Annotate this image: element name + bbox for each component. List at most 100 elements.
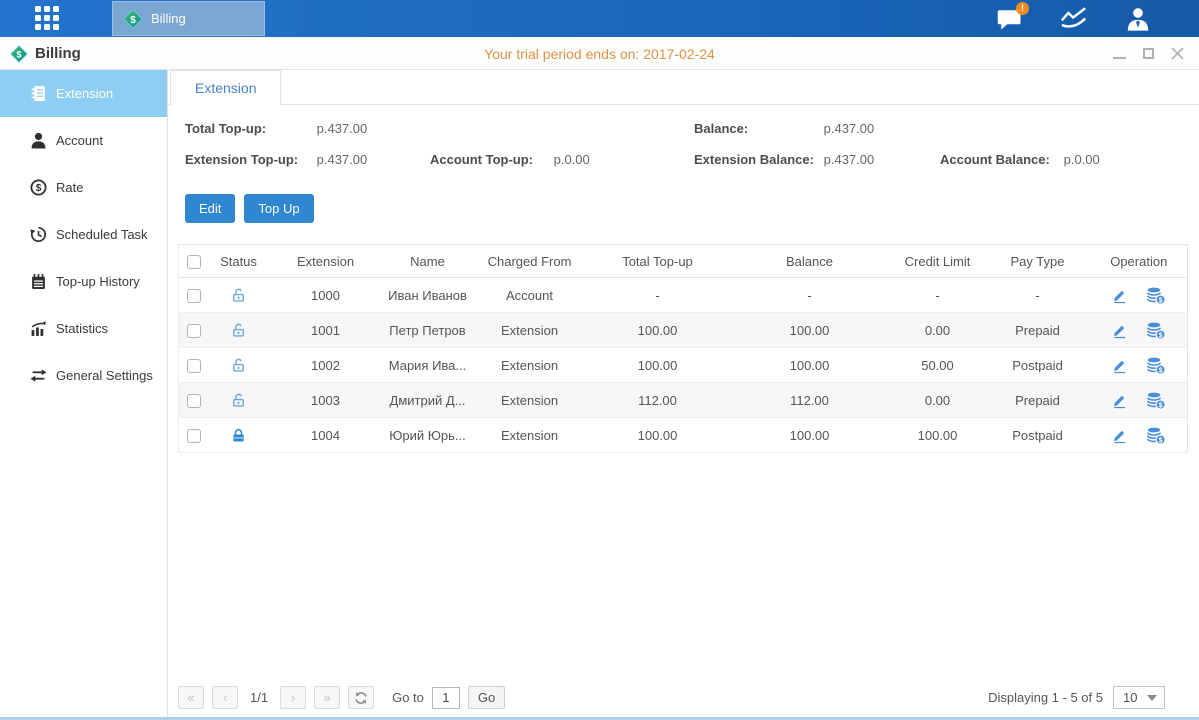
edit-extension-icon[interactable] — [1111, 287, 1128, 304]
total-topup-cell: 112.00 — [587, 383, 729, 418]
table-row[interactable]: 1003 Дмитрий Д... Extension 112.00 112.0… — [179, 383, 1188, 418]
notification-badge: ! — [1016, 2, 1029, 15]
account-balance-value: p.0.00 — [1064, 152, 1100, 167]
table-row[interactable]: 1004 Юрий Юрь... Extension 100.00 100.00… — [179, 418, 1188, 453]
col-credit-limit: Credit Limit — [891, 245, 985, 278]
sidebar-item-label: Rate — [56, 180, 83, 195]
minimize-button[interactable] — [1111, 46, 1127, 62]
select-all-checkbox[interactable] — [187, 255, 201, 269]
refresh-icon — [354, 691, 368, 705]
go-button[interactable]: Go — [468, 686, 505, 709]
notifications-button[interactable]: ! — [995, 5, 1025, 33]
tab-strip: Extension — [168, 70, 1199, 105]
taskbar-tab-label: Billing — [151, 11, 186, 26]
pay-type-cell: Postpaid — [985, 348, 1091, 383]
refresh-button[interactable] — [348, 686, 374, 709]
row-checkbox[interactable] — [187, 429, 201, 443]
svg-text:$: $ — [1159, 437, 1163, 444]
top-up-button[interactable]: Top Up — [244, 194, 313, 223]
topup-extension-icon[interactable]: $ — [1146, 391, 1166, 410]
table-row[interactable]: 1000 Иван Иванов Account - - - - $ — [179, 278, 1188, 313]
page-size-select[interactable]: 10 — [1113, 686, 1165, 709]
sidebar-item-extension[interactable]: Extension — [0, 70, 167, 117]
svg-text:$: $ — [1159, 402, 1163, 409]
edit-extension-icon[interactable] — [1111, 392, 1128, 409]
col-extension: Extension — [269, 245, 383, 278]
prev-page-button[interactable]: ‹ — [212, 686, 238, 709]
row-checkbox[interactable] — [187, 324, 201, 338]
tab-extension[interactable]: Extension — [170, 70, 281, 105]
sidebar: Extension Account $ Rate Scheduled Task — [0, 70, 168, 717]
sidebar-item-general-settings[interactable]: General Settings — [0, 352, 167, 399]
name-cell: Мария Ива... — [383, 348, 473, 383]
window-title: Billing — [35, 45, 81, 62]
topup-extension-icon[interactable]: $ — [1146, 321, 1166, 340]
name-cell: Петр Петров — [383, 313, 473, 348]
extension-table: Status Extension Name Charged From Total… — [178, 244, 1188, 453]
extension-cell: 1000 — [269, 278, 383, 313]
app-grid-icon[interactable] — [35, 6, 59, 30]
sidebar-item-label: Top-up History — [56, 274, 140, 289]
extension-cell: 1003 — [269, 383, 383, 418]
balance-cell: - — [729, 278, 891, 313]
status-unlocked-icon — [230, 287, 247, 304]
goto-page-input[interactable] — [432, 687, 460, 709]
bar-chart-icon — [30, 320, 47, 337]
first-page-button[interactable]: « — [178, 686, 204, 709]
topup-extension-icon[interactable]: $ — [1146, 426, 1166, 445]
sidebar-item-account[interactable]: Account — [0, 117, 167, 164]
charged-from-cell: Extension — [473, 383, 587, 418]
pagination-bar: « ‹ 1/1 › » Go to Go Displayi — [178, 686, 1187, 714]
table-row[interactable]: 1002 Мария Ива... Extension 100.00 100.0… — [179, 348, 1188, 383]
total-topup-value: p.437.00 — [317, 121, 368, 136]
notebook-icon — [30, 273, 47, 290]
sidebar-item-rate[interactable]: $ Rate — [0, 164, 167, 211]
taskbar: $ Billing ! — [0, 0, 1199, 37]
col-total-topup: Total Top-up — [587, 245, 729, 278]
svg-text:$: $ — [1159, 332, 1163, 339]
sidebar-item-statistics[interactable]: Statistics — [0, 305, 167, 352]
close-button[interactable] — [1169, 46, 1185, 62]
edit-extension-icon[interactable] — [1111, 357, 1128, 374]
svg-text:$: $ — [1159, 297, 1163, 304]
extension-topup-label: Extension Top-up: — [185, 152, 313, 167]
transfer-arrows-icon — [30, 367, 47, 384]
last-page-button[interactable]: » — [314, 686, 340, 709]
line-chart-icon — [1059, 6, 1089, 31]
charged-from-cell: Extension — [473, 313, 587, 348]
table-row[interactable]: 1001 Петр Петров Extension 100.00 100.00… — [179, 313, 1188, 348]
total-topup-cell: 100.00 — [587, 313, 729, 348]
charged-from-cell: Account — [473, 278, 587, 313]
extension-topup-value: p.437.00 — [317, 152, 368, 167]
ledger-icon — [30, 85, 47, 102]
col-balance: Balance — [729, 245, 891, 278]
balance-cell: 100.00 — [729, 418, 891, 453]
next-page-button[interactable]: › — [280, 686, 306, 709]
extension-cell: 1004 — [269, 418, 383, 453]
reports-button[interactable] — [1059, 5, 1089, 33]
trial-notice: Your trial period ends on: 2017-02-24 — [0, 37, 1199, 70]
sidebar-item-label: Statistics — [56, 321, 108, 336]
pay-type-cell: - — [985, 278, 1091, 313]
row-checkbox[interactable] — [187, 289, 201, 303]
topup-extension-icon[interactable]: $ — [1146, 356, 1166, 375]
topup-extension-icon[interactable]: $ — [1146, 286, 1166, 305]
user-menu-button[interactable] — [1123, 5, 1153, 33]
extension-balance-value: p.437.00 — [824, 152, 875, 167]
edit-extension-icon[interactable] — [1111, 322, 1128, 339]
row-checkbox[interactable] — [187, 359, 201, 373]
close-icon — [1171, 47, 1184, 60]
status-unlocked-icon — [230, 392, 247, 409]
chevron-down-icon — [1147, 695, 1157, 701]
sidebar-item-scheduled-task[interactable]: Scheduled Task — [0, 211, 167, 258]
edit-extension-icon[interactable] — [1111, 427, 1128, 444]
pay-type-cell: Prepaid — [985, 383, 1091, 418]
sidebar-item-topup-history[interactable]: Top-up History — [0, 258, 167, 305]
taskbar-billing-tab[interactable]: $ Billing — [112, 1, 265, 36]
sidebar-item-label: Scheduled Task — [56, 227, 148, 242]
svg-text:$: $ — [130, 14, 136, 25]
edit-button[interactable]: Edit — [185, 194, 235, 223]
col-pay-type: Pay Type — [985, 245, 1091, 278]
maximize-button[interactable] — [1140, 46, 1156, 62]
row-checkbox[interactable] — [187, 394, 201, 408]
